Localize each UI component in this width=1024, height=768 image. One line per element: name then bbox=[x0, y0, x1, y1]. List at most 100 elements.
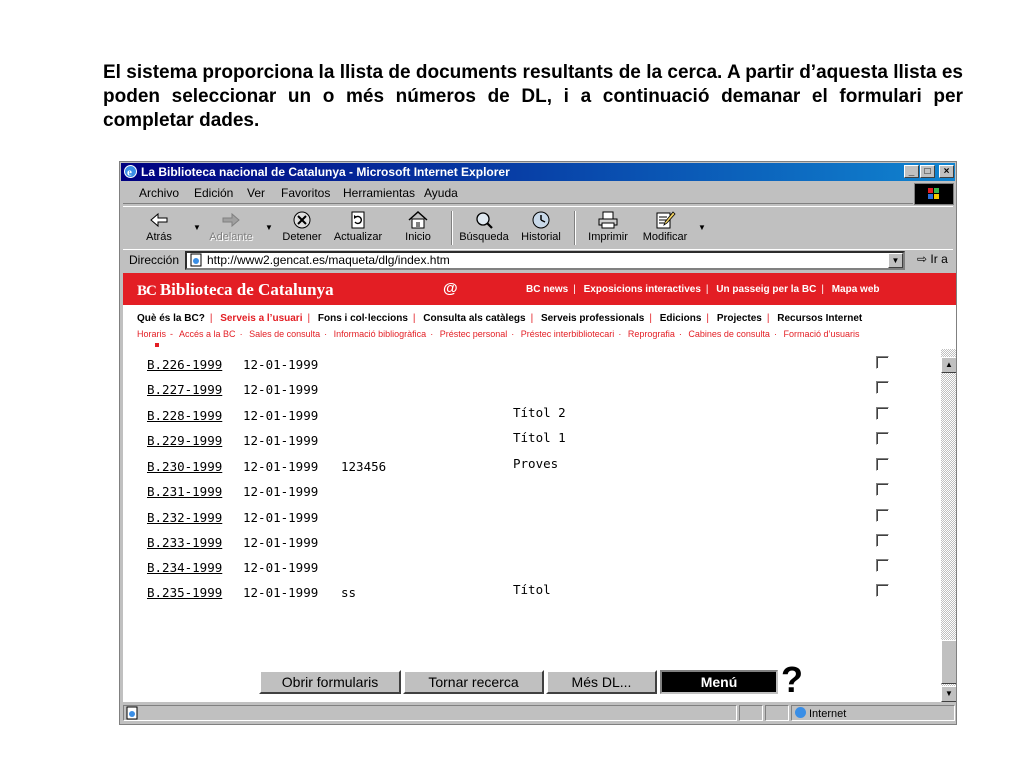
edit-dropdown-icon[interactable]: ▼ bbox=[698, 223, 706, 232]
select-checkbox[interactable] bbox=[876, 509, 889, 522]
back-to-search-button[interactable]: Tornar recerca bbox=[403, 670, 544, 694]
dl-number-link[interactable]: B.232-1999 bbox=[147, 510, 222, 525]
select-checkbox[interactable] bbox=[876, 407, 889, 420]
menu-archivo[interactable]: Archivo bbox=[139, 186, 179, 200]
menu-button[interactable]: Menú bbox=[660, 670, 778, 694]
select-checkbox[interactable] bbox=[876, 356, 889, 369]
address-input[interactable]: http://www2.gencat.es/maqueta/dlg/index.… bbox=[185, 251, 905, 270]
subnav-sales[interactable]: Sales de consulta bbox=[249, 329, 320, 339]
dl-number-link[interactable]: B.233-1999 bbox=[147, 535, 222, 550]
forward-button[interactable]: Adelante bbox=[203, 207, 259, 249]
subnav-acces[interactable]: Accés a la BC bbox=[179, 329, 236, 339]
link-exposicions[interactable]: Exposicions interactives bbox=[584, 284, 701, 295]
dl-number-link[interactable]: B.230-1999 bbox=[147, 459, 222, 474]
link-passeig[interactable]: Un passeig per la BC bbox=[716, 284, 816, 295]
nav-que-es[interactable]: Què és la BC? bbox=[137, 313, 205, 324]
subnav-informacio[interactable]: Informació bibliogràfica bbox=[334, 329, 427, 339]
intro-text: El sistema proporciona la llista de docu… bbox=[103, 62, 963, 131]
select-checkbox[interactable] bbox=[876, 534, 889, 547]
subnav-prestec-personal[interactable]: Préstec personal bbox=[440, 329, 508, 339]
table-row: B.230-1999 12-01-1999 123456 Proves bbox=[123, 455, 941, 477]
status-bar: Internet bbox=[123, 704, 955, 722]
nav-fons[interactable]: Fons i col·leccions bbox=[318, 313, 408, 324]
subnav-prestec-inter[interactable]: Préstec interbibliotecari bbox=[521, 329, 615, 339]
go-button[interactable]: ⇨ Ir a bbox=[917, 252, 948, 266]
scroll-down-icon[interactable]: ▼ bbox=[941, 686, 956, 702]
print-button[interactable]: Imprimir bbox=[580, 207, 636, 249]
nav-serveis-usuari[interactable]: Serveis a l’usuari bbox=[220, 313, 302, 324]
menu-herramientas[interactable]: Herramientas bbox=[343, 186, 415, 200]
dl-date: 12-01-1999 bbox=[243, 459, 319, 474]
menu-edicion[interactable]: Edición bbox=[194, 186, 233, 200]
search-label: Búsqueda bbox=[459, 231, 509, 243]
scroll-thumb[interactable] bbox=[941, 640, 956, 684]
dl-number-link[interactable]: B.227-1999 bbox=[147, 382, 222, 397]
stop-label: Detener bbox=[282, 231, 322, 243]
maximize-button[interactable]: □ bbox=[920, 165, 935, 178]
nav-serveis-professionals[interactable]: Serveis professionals bbox=[541, 313, 644, 324]
select-checkbox[interactable] bbox=[876, 458, 889, 471]
table-row: B.233-1999 12-01-1999 bbox=[123, 531, 941, 553]
menu-favoritos[interactable]: Favoritos bbox=[281, 186, 330, 200]
link-bc-news[interactable]: BC news bbox=[526, 284, 568, 295]
refresh-button[interactable]: Actualizar bbox=[330, 207, 386, 249]
site-logo-text: Biblioteca de Catalunya bbox=[159, 280, 334, 299]
menu-ayuda[interactable]: Ayuda bbox=[424, 186, 458, 200]
search-button[interactable]: Búsqueda bbox=[456, 207, 512, 249]
menu-ver[interactable]: Ver bbox=[247, 186, 265, 200]
help-question-icon[interactable]: ? bbox=[781, 662, 803, 698]
subnav-formacio[interactable]: Formació d’usuaris bbox=[783, 329, 859, 339]
nav-edicions[interactable]: Edicions bbox=[660, 313, 702, 324]
toolbar-separator bbox=[574, 211, 576, 245]
header-links: BC news | Exposicions interactives | Un pa… bbox=[526, 284, 880, 295]
dl-date: 12-01-1999 bbox=[243, 357, 319, 372]
forward-dropdown-icon[interactable]: ▼ bbox=[265, 223, 273, 232]
table-row: B.234-1999 12-01-1999 bbox=[123, 556, 941, 578]
page-status-icon bbox=[126, 706, 138, 720]
dl-number-link[interactable]: B.226-1999 bbox=[147, 357, 222, 372]
back-dropdown-icon[interactable]: ▼ bbox=[193, 223, 201, 232]
table-row: B.235-1999 12-01-1999 ss Títol bbox=[123, 581, 941, 603]
scroll-up-icon[interactable]: ▲ bbox=[941, 357, 956, 373]
dl-number-link[interactable]: B.234-1999 bbox=[147, 560, 222, 575]
nav-recursos[interactable]: Recursos Internet bbox=[777, 313, 862, 324]
subnav-horaris[interactable]: Horaris bbox=[137, 329, 166, 339]
more-dl-button[interactable]: Més DL... bbox=[546, 670, 657, 694]
email-at-icon[interactable]: @ bbox=[443, 280, 458, 297]
dl-number-link[interactable]: B.228-1999 bbox=[147, 408, 222, 423]
select-checkbox[interactable] bbox=[876, 559, 889, 572]
close-button[interactable]: × bbox=[939, 165, 954, 178]
home-icon bbox=[408, 211, 428, 229]
vertical-scrollbar[interactable]: ▲ ▼ bbox=[941, 349, 956, 702]
table-row: B.232-1999 12-01-1999 bbox=[123, 506, 941, 528]
edit-button[interactable]: Modificar bbox=[637, 207, 693, 249]
link-mapa-web[interactable]: Mapa web bbox=[832, 284, 880, 295]
dl-extra: ss bbox=[341, 585, 357, 600]
back-button[interactable]: Atrás bbox=[131, 207, 187, 249]
select-checkbox[interactable] bbox=[876, 584, 889, 597]
internet-globe-icon bbox=[795, 707, 806, 718]
zone-label: Internet bbox=[809, 708, 847, 720]
stop-button[interactable]: Detener bbox=[274, 207, 330, 249]
dl-title: Proves bbox=[513, 456, 559, 471]
nav-consulta[interactable]: Consulta als catàlegs bbox=[423, 313, 525, 324]
subnav-cabines[interactable]: Cabines de consulta bbox=[688, 329, 770, 339]
go-arrow-icon: ⇨ bbox=[917, 252, 928, 266]
history-button[interactable]: Historial bbox=[513, 207, 569, 249]
select-checkbox[interactable] bbox=[876, 483, 889, 496]
minimize-button[interactable]: _ bbox=[904, 165, 919, 178]
select-checkbox[interactable] bbox=[876, 381, 889, 394]
nav-projectes[interactable]: Projectes bbox=[717, 313, 762, 324]
dl-number-link[interactable]: B.229-1999 bbox=[147, 433, 222, 448]
open-forms-button[interactable]: Obrir formularis bbox=[259, 670, 401, 694]
site-logo[interactable]: BC Biblioteca de Catalunya bbox=[137, 280, 334, 300]
home-button[interactable]: Inicio bbox=[390, 207, 446, 249]
title-bar[interactable]: e La Biblioteca nacional de Catalunya - … bbox=[121, 163, 955, 181]
dl-number-link[interactable]: B.231-1999 bbox=[147, 484, 222, 499]
dl-number-link[interactable]: B.235-1999 bbox=[147, 585, 222, 600]
select-checkbox[interactable] bbox=[876, 432, 889, 445]
subnav-reprografia[interactable]: Reprografia bbox=[628, 329, 675, 339]
printer-icon bbox=[598, 211, 618, 229]
address-dropdown-icon[interactable]: ▼ bbox=[888, 253, 903, 268]
page-content: BC Biblioteca de Catalunya @ BC news | Exp… bbox=[123, 273, 956, 702]
